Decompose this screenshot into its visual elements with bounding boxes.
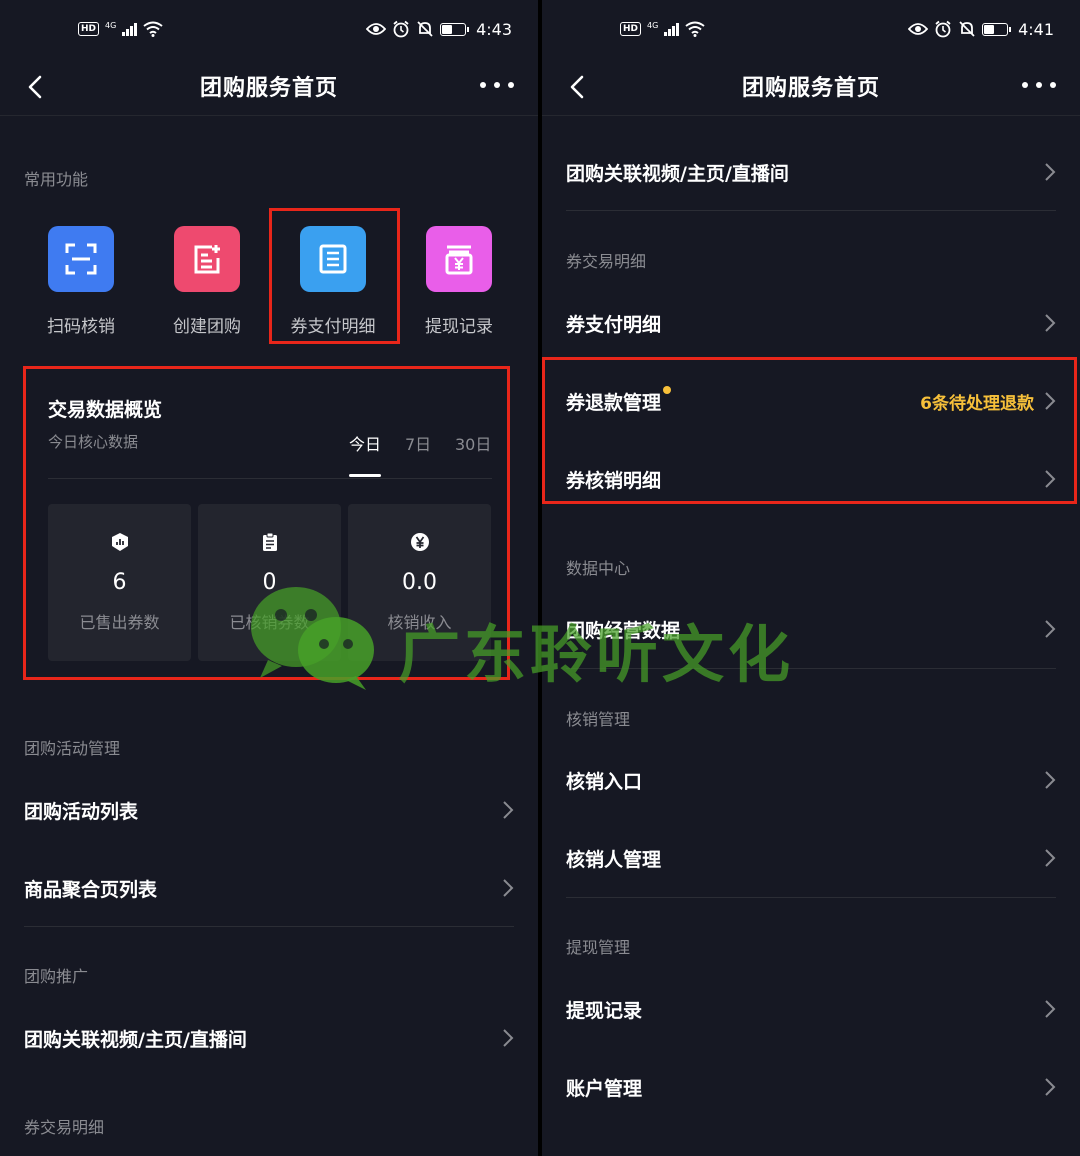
chevron-right-icon (503, 1029, 514, 1047)
row-label: 团购经营数据 (566, 619, 681, 642)
row-verify-entry[interactable]: 核销入口 (566, 742, 1056, 818)
hd-icon: HD (78, 22, 100, 36)
quick-label: 创建团购 (173, 317, 241, 337)
right-screen: HD 4G 4:41 团购服务首页 团购关联视频/主页/直播间 券交易明细 券支… (542, 0, 1080, 1156)
row-label: 商品聚合页列表 (24, 878, 158, 901)
highlight-frame (269, 208, 400, 344)
chevron-right-icon (503, 801, 514, 819)
row-product-aggregate[interactable]: 商品聚合页列表 (24, 850, 514, 926)
chevron-right-icon (1045, 849, 1056, 867)
row-label: 团购活动列表 (24, 800, 139, 823)
row-withdraw-record[interactable]: 提现记录 (566, 971, 1056, 1047)
mute-bell-icon (959, 21, 975, 37)
divider (566, 897, 1056, 898)
eye-icon (366, 23, 387, 35)
row-label: 团购关联视频/主页/直播间 (24, 1028, 247, 1051)
alarm-icon (393, 20, 409, 38)
quick-item-create[interactable]: 创建团购 (147, 226, 267, 337)
row-linked-video[interactable]: 团购关联视频/主页/直播间 (24, 1000, 514, 1076)
quick-item-withdraw[interactable]: 提现记录 (399, 226, 519, 337)
network-type: 4G (105, 20, 117, 30)
status-time: 4:43 (476, 19, 512, 39)
more-icon[interactable] (1022, 78, 1056, 92)
divider (24, 926, 514, 927)
signal-icon (122, 22, 137, 36)
row-label: 核销人管理 (566, 848, 662, 871)
nav-bar: 团购服务首页 (0, 58, 538, 116)
row-account-management[interactable]: 账户管理 (566, 1049, 1056, 1125)
section-label-promo: 团购推广 (24, 967, 89, 986)
section-label-withdraw: 提现管理 (566, 938, 631, 957)
chevron-right-icon (1045, 314, 1056, 332)
section-label-activity: 团购活动管理 (24, 739, 121, 758)
divider (566, 210, 1056, 211)
highlight-frame (23, 366, 510, 680)
row-business-data[interactable]: 团购经营数据 (566, 591, 1056, 667)
quick-item-scan[interactable]: 扫码核销 (21, 226, 141, 337)
quick-label: 扫码核销 (47, 317, 115, 337)
row-payment-detail[interactable]: 券支付明细 (566, 285, 1056, 361)
chevron-right-icon (1045, 1000, 1056, 1018)
eye-icon (908, 23, 929, 35)
highlight-frame (542, 357, 1077, 504)
divider (566, 668, 1056, 669)
section-label-coupon: 券交易明细 (24, 1118, 105, 1137)
chevron-right-icon (1045, 620, 1056, 638)
row-verifier-management[interactable]: 核销人管理 (566, 820, 1056, 896)
section-label-data: 数据中心 (566, 559, 631, 578)
status-bar: HD 4G 4:43 (0, 0, 538, 58)
mute-bell-icon (417, 21, 433, 37)
nav-bar: 团购服务首页 (542, 58, 1080, 116)
row-linked-video[interactable]: 团购关联视频/主页/直播间 (566, 134, 1056, 210)
status-time: 4:41 (1018, 19, 1054, 39)
network-type: 4G (647, 20, 659, 30)
status-bar: HD 4G 4:41 (542, 0, 1080, 58)
chevron-right-icon (1045, 771, 1056, 789)
section-label-verify: 核销管理 (566, 710, 631, 729)
hd-icon: HD (620, 22, 642, 36)
row-label: 核销入口 (566, 770, 643, 793)
left-screen: HD 4G 4:43 团购服务首页 常用功能 扫码核销 创建团购 券支付明细 提… (0, 0, 538, 1156)
yuan-wallet-icon (426, 226, 492, 292)
scan-icon (48, 226, 114, 292)
more-icon[interactable] (480, 78, 514, 92)
row-label: 券支付明细 (566, 313, 662, 336)
page-title: 团购服务首页 (741, 76, 880, 101)
section-label-coupon: 券交易明细 (566, 252, 647, 271)
section-label-common: 常用功能 (24, 170, 89, 189)
battery-icon (440, 22, 470, 36)
create-doc-icon (174, 226, 240, 292)
battery-icon (982, 22, 1012, 36)
row-label: 提现记录 (566, 999, 643, 1022)
chevron-right-icon (1045, 1078, 1056, 1096)
quick-label: 提现记录 (425, 317, 493, 337)
wifi-icon (685, 21, 705, 37)
wifi-icon (143, 21, 163, 37)
signal-icon (664, 22, 679, 36)
row-label: 账户管理 (566, 1077, 643, 1100)
row-label: 团购关联视频/主页/直播间 (566, 162, 789, 185)
row-activity-list[interactable]: 团购活动列表 (24, 772, 514, 848)
chevron-right-icon (1045, 163, 1056, 181)
page-title: 团购服务首页 (199, 76, 338, 101)
chevron-right-icon (503, 879, 514, 897)
alarm-icon (935, 20, 951, 38)
